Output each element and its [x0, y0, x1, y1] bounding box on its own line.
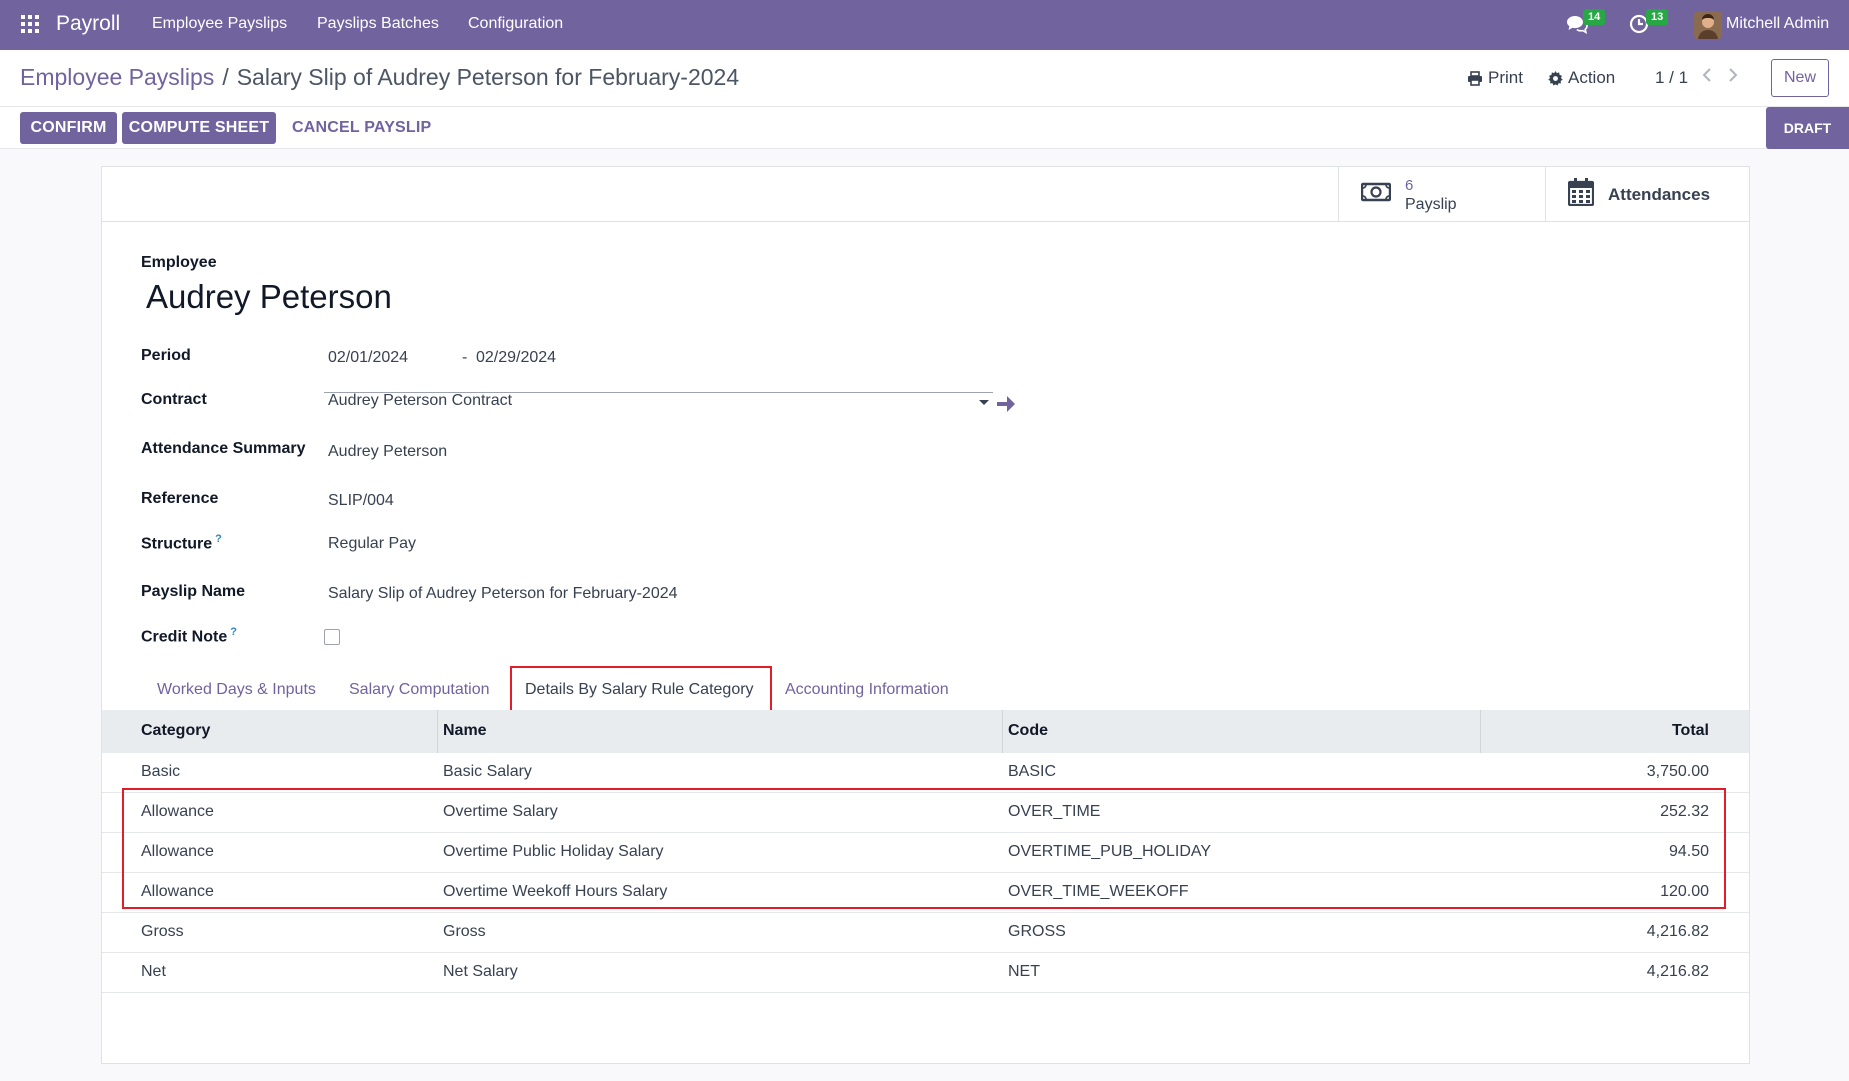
- tab-accounting-information[interactable]: Accounting Information: [785, 681, 949, 699]
- employee-name-field[interactable]: Audrey Peterson: [146, 278, 392, 316]
- reference-field[interactable]: SLIP/004: [328, 492, 394, 510]
- contract-value: Audrey Peterson Contract: [328, 392, 513, 409]
- activities-button[interactable]: 13: [1629, 9, 1669, 39]
- pager-value[interactable]: 1 / 1: [1655, 68, 1688, 88]
- tab-worked-days-inputs[interactable]: Worked Days & Inputs: [157, 681, 316, 699]
- payslip-name-field[interactable]: Salary Slip of Audrey Peterson for Febru…: [328, 585, 678, 603]
- app-name[interactable]: Payroll: [56, 12, 120, 36]
- structure-label-text: Structure: [141, 535, 213, 553]
- table-header: Category Name Code Total: [102, 710, 1749, 753]
- breadcrumb-current: Salary Slip of Audrey Peterson for Febru…: [236, 64, 740, 90]
- payslip-label: Payslip: [1405, 195, 1457, 213]
- cell-total: 3,750.00: [1646, 763, 1709, 780]
- menu-employee-payslips[interactable]: Employee Payslips: [152, 15, 287, 33]
- calendar-icon: [1567, 178, 1595, 211]
- confirm-button[interactable]: CONFIRM: [20, 112, 117, 144]
- cell-name: Gross: [443, 923, 486, 940]
- status-bar: CONFIRM COMPUTE SHEET CANCEL PAYSLIP DRA…: [0, 107, 1849, 149]
- attendances-smart-button[interactable]: Attendances: [1545, 167, 1750, 222]
- column-header-code[interactable]: Code: [1008, 722, 1048, 740]
- period-label: Period: [141, 347, 191, 364]
- column-divider: [1002, 710, 1003, 753]
- column-header-total[interactable]: Total: [1672, 722, 1709, 740]
- cell-name: Net Salary: [443, 963, 518, 980]
- gear-icon: [1548, 70, 1563, 86]
- credit-note-checkbox[interactable]: [324, 629, 340, 645]
- print-button[interactable]: Print: [1467, 68, 1523, 88]
- menu-configuration[interactable]: Configuration: [468, 15, 563, 33]
- breadcrumb-parent-link[interactable]: Employee Payslips: [20, 64, 214, 90]
- form-sheet: 6 Payslip Attendances Employee Audrey Pe…: [101, 166, 1750, 1064]
- cell-code: NET: [1008, 963, 1040, 980]
- smart-button-box: 6 Payslip Attendances: [102, 167, 1749, 222]
- user-avatar[interactable]: [1694, 11, 1722, 39]
- credit-note-help-icon[interactable]: ?: [230, 626, 237, 638]
- breadcrumb-separator: /: [222, 64, 229, 90]
- cancel-payslip-button[interactable]: CANCEL PAYSLIP: [292, 119, 431, 137]
- attendances-label: Attendances: [1608, 185, 1711, 204]
- table-row[interactable]: Basic Basic Salary BASIC 3,750.00: [102, 753, 1749, 793]
- highlight-box-allowance-rows: [122, 788, 1726, 909]
- credit-note-label: Credit Note?: [141, 626, 237, 646]
- attendance-summary-label: Attendance Summary: [141, 440, 306, 457]
- table-row[interactable]: Gross Gross GROSS 4,216.82: [102, 913, 1749, 953]
- print-icon: [1468, 70, 1482, 86]
- cell-total: 4,216.82: [1646, 963, 1709, 980]
- payslip-count: 6: [1405, 176, 1414, 194]
- internal-link-arrow-icon[interactable]: [996, 395, 1016, 418]
- breadcrumb: Employee Payslips / Salary Slip of Audrey …: [20, 64, 739, 91]
- payslip-smart-button[interactable]: 6 Payslip: [1338, 167, 1545, 222]
- column-header-name[interactable]: Name: [443, 722, 487, 740]
- action-button[interactable]: Action: [1548, 68, 1615, 88]
- messages-button[interactable]: 14: [1566, 9, 1606, 39]
- control-panel: Employee Payslips / Salary Slip of Audrey …: [0, 50, 1849, 107]
- messages-count-badge: 14: [1583, 9, 1606, 25]
- print-label: Print: [1488, 68, 1523, 87]
- payslip-name-label: Payslip Name: [141, 583, 246, 600]
- activities-count-badge: 13: [1646, 9, 1669, 25]
- table-row[interactable]: Net Net Salary NET 4,216.82: [102, 953, 1749, 993]
- cell-total: 4,216.82: [1646, 923, 1709, 940]
- menu-payslips-batches[interactable]: Payslips Batches: [317, 15, 439, 33]
- attendance-summary-value: Audrey Peterson: [328, 443, 448, 460]
- money-icon: [1360, 182, 1392, 207]
- chevron-down-icon[interactable]: [979, 400, 989, 405]
- structure-help-icon[interactable]: ?: [215, 533, 222, 545]
- compute-sheet-button[interactable]: COMPUTE SHEET: [122, 112, 276, 144]
- status-badge-draft[interactable]: DRAFT: [1766, 107, 1849, 149]
- top-navbar: Payroll Employee Payslips Payslips Batch…: [0, 0, 1849, 50]
- cell-category: Gross: [141, 923, 184, 940]
- contract-label: Contract: [141, 391, 207, 408]
- reference-label: Reference: [141, 490, 219, 507]
- cell-code: GROSS: [1008, 923, 1066, 940]
- column-divider: [1480, 710, 1481, 753]
- new-button[interactable]: New: [1771, 59, 1829, 97]
- cell-category: Basic: [141, 763, 181, 780]
- structure-field[interactable]: Regular Pay: [328, 535, 416, 553]
- cell-code: BASIC: [1008, 763, 1057, 780]
- employee-label: Employee: [141, 254, 217, 271]
- cell-category: Net: [141, 963, 166, 980]
- apps-grid-icon[interactable]: [20, 14, 40, 34]
- structure-label: Structure?: [141, 533, 222, 553]
- contract-select[interactable]: Audrey Peterson Contract: [324, 365, 993, 409]
- column-header-category[interactable]: Category: [141, 722, 210, 740]
- action-label: Action: [1568, 68, 1616, 87]
- tab-salary-computation[interactable]: Salary Computation: [349, 681, 490, 699]
- user-name[interactable]: Mitchell Admin: [1726, 15, 1829, 33]
- column-divider: [437, 710, 438, 753]
- credit-note-label-text: Credit Note: [141, 628, 228, 646]
- cell-name: Basic Salary: [443, 763, 532, 780]
- pager-next-icon[interactable]: [1728, 66, 1738, 89]
- pager-previous-icon[interactable]: [1702, 66, 1712, 89]
